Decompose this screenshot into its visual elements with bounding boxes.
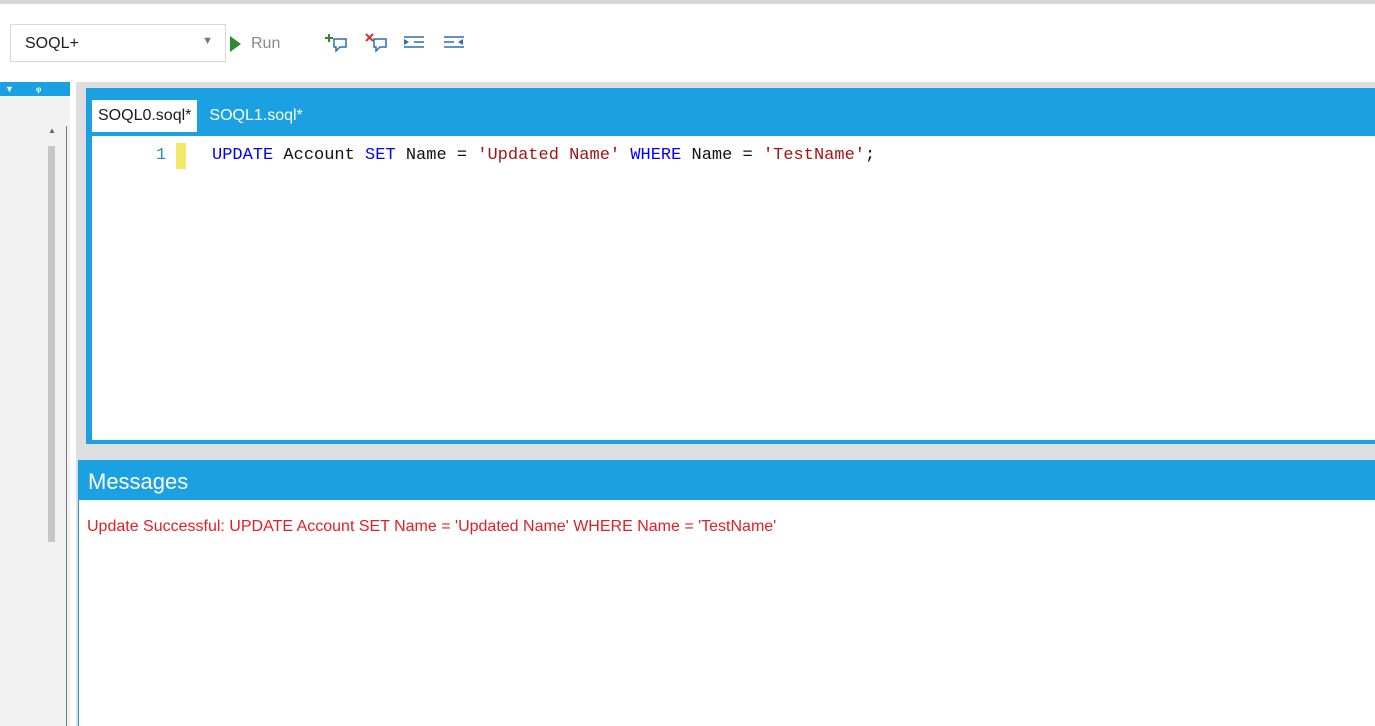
remove-comment-icon[interactable]: [364, 32, 390, 54]
panel-splitter[interactable]: [66, 126, 67, 726]
mode-select[interactable]: SOQL+ ▼: [10, 24, 226, 62]
scroll-up-icon[interactable]: ▲: [48, 126, 56, 135]
tab-soql0[interactable]: SOQL0.soql*: [92, 100, 198, 132]
code-token: 'TestName': [762, 146, 865, 165]
code-token: Name: [681, 146, 743, 165]
code-token: WHERE: [630, 146, 682, 165]
messages-header: Messages: [78, 460, 1375, 500]
messages-title: Messages: [88, 469, 189, 494]
run-label: Run: [251, 35, 281, 52]
message-line: Update Successful: UPDATE Account SET Na…: [87, 518, 777, 535]
pin-icon[interactable]: ᵩ: [36, 82, 41, 94]
code-token: =: [456, 146, 468, 165]
line-number: 1: [156, 146, 167, 165]
collapse-arrow-icon[interactable]: ▼: [5, 84, 14, 94]
tab-soql1[interactable]: SOQL1.soql*: [203, 100, 308, 132]
query-toolbar: SOQL+ ▼ Run: [0, 20, 1375, 66]
code-line[interactable]: UPDATE Account SET Name = 'Updated Name'…: [212, 146, 875, 165]
mode-select-value: SOQL+: [25, 35, 79, 52]
code-token: Name: [395, 146, 457, 165]
window-top-border: [0, 0, 1375, 4]
chevron-down-icon: ▼: [202, 35, 213, 47]
add-comment-icon[interactable]: [324, 32, 350, 54]
run-icon: [230, 36, 241, 52]
messages-body: Update Successful: UPDATE Account SET Na…: [78, 500, 1375, 726]
code-token: 'Updated Name': [477, 146, 621, 165]
code-editor[interactable]: [92, 136, 1375, 440]
code-token: UPDATE: [212, 146, 274, 165]
outdent-icon[interactable]: [442, 32, 468, 54]
scrollbar-thumb[interactable]: [48, 146, 55, 542]
change-marker: [176, 143, 186, 169]
run-button[interactable]: Run: [230, 33, 280, 55]
code-token: ;: [864, 146, 876, 165]
editor-tab-strip: SOQL0.soql* SOQL1.soql*: [92, 96, 309, 136]
code-token: =: [742, 146, 753, 165]
side-dock-panel: [0, 82, 70, 726]
code-token: SET: [365, 146, 396, 165]
code-token: Account: [273, 146, 366, 165]
indent-icon[interactable]: [402, 32, 428, 54]
